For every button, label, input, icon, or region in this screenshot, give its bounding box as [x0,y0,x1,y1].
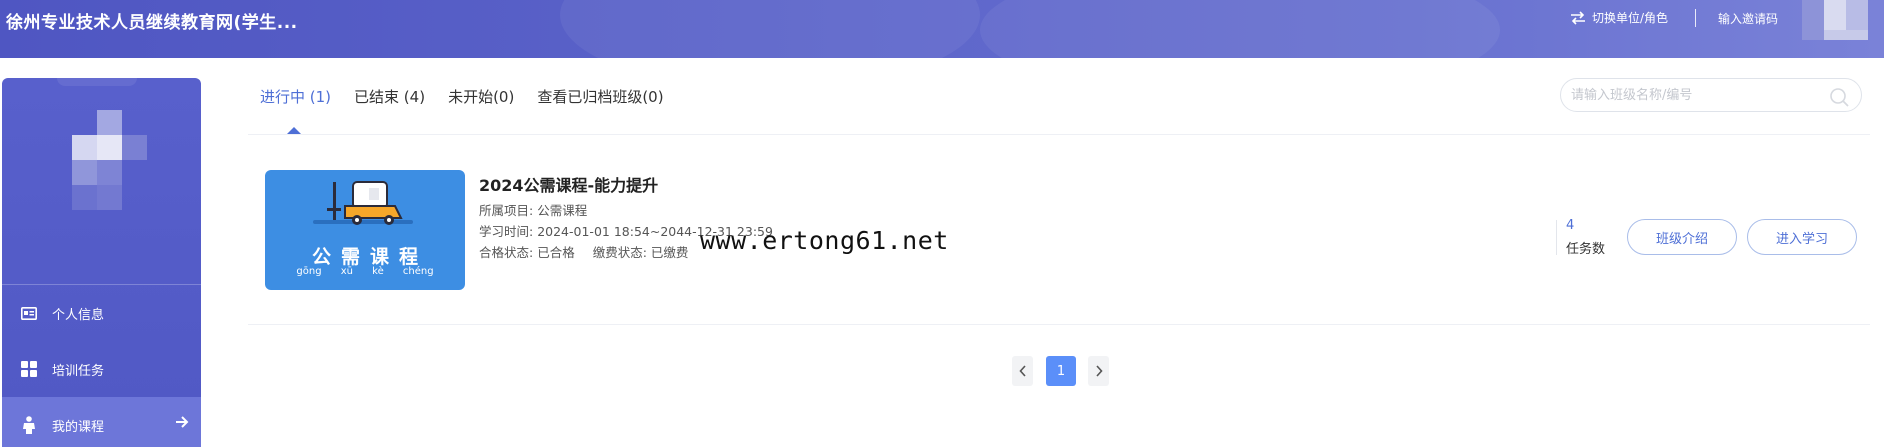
course-card: 公需课程 gōng xū kè chéng 2024公需课程-能力提升 所属项目… [248,150,1870,325]
search-icon[interactable] [1829,87,1849,111]
pay-label: 缴费状态: [592,245,647,260]
forklift-illustration [313,181,413,225]
person-icon [20,416,38,434]
tab-not-started[interactable]: 未开始(0) [448,86,514,107]
course-status-tabs: 进行中 (1) 已结束 (4) 未开始(0) 查看已归档班级(0) [260,86,687,107]
course-title[interactable]: 2024公需课程-能力提升 [479,172,658,196]
sidebar-item-personal-info[interactable]: 个人信息 [2,285,201,341]
time-label: 学习时间: [479,224,534,239]
sidebar-item-my-courses[interactable]: 我的课程 [2,397,201,447]
sidebar-item-training-tasks[interactable]: 培训任务 [2,341,201,397]
pass-value: 已合格 [537,245,575,260]
sidebar-item-label: 培训任务 [52,363,105,379]
sidebar-item-label: 我的课程 [52,419,105,435]
header-divider [1695,9,1696,27]
next-page-button[interactable] [1088,356,1109,386]
thumbnail-title: 公需课程 [311,246,428,268]
chevron-right-icon [1095,365,1103,377]
grid-apps-icon [20,360,38,378]
header-decoration [980,0,1500,58]
search-input[interactable] [1571,79,1821,111]
swap-arrows-icon [1571,10,1585,25]
course-status-line: 合格状态: 已合格 缴费状态: 已缴费 [479,242,688,261]
class-search-box [1560,78,1862,112]
watermark-text: www.ertong61.net [700,226,949,255]
id-card-icon [20,304,38,322]
sidebar: 个人信息 培训任务 我的课程 [2,78,201,447]
invite-code-link[interactable]: 输入邀请码 [1718,10,1778,27]
switch-role-label: 切换单位/角色 [1592,11,1669,25]
header-decoration [560,0,980,58]
switch-role-button[interactable]: 切换单位/角色 [1570,9,1668,26]
tab-in-progress[interactable]: 进行中 (1) [260,86,331,107]
thumbnail-pinyin: gōng xū kè chéng [296,266,434,277]
tab-finished[interactable]: 已结束 (4) [354,86,425,107]
sidebar-item-label: 个人信息 [52,307,105,323]
page-number-current[interactable]: 1 [1046,356,1076,386]
site-title: 徐州专业技术人员继续教育网(学生... [6,13,298,33]
pay-value: 已缴费 [650,245,689,260]
task-count: 4 [1566,218,1575,233]
project-label: 所属项目: [479,203,534,218]
course-project-line: 所属项目: 公需课程 [479,200,587,219]
card-divider [248,324,1870,325]
class-intro-button[interactable]: 班级介绍 [1627,219,1737,255]
chevron-left-icon [1018,365,1026,377]
profile-avatar [72,110,147,220]
active-tab-indicator [287,127,301,134]
task-count-label: 任务数 [1566,242,1606,257]
course-thumbnail[interactable]: 公需课程 gōng xū kè chéng [265,170,465,290]
tab-archived[interactable]: 查看已归档班级(0) [537,86,663,107]
tabs-divider [248,134,1870,135]
task-divider [1556,220,1557,255]
top-header: 徐州专业技术人员继续教育网(学生... 切换单位/角色 输入邀请码 [0,0,1884,58]
user-avatar[interactable] [1802,0,1872,40]
project-value: 公需课程 [537,203,588,218]
arrow-right-icon [175,416,189,432]
enter-study-button[interactable]: 进入学习 [1747,219,1857,255]
prev-page-button[interactable] [1012,356,1033,386]
sidebar-decoration [57,78,137,86]
pass-label: 合格状态: [479,245,534,260]
